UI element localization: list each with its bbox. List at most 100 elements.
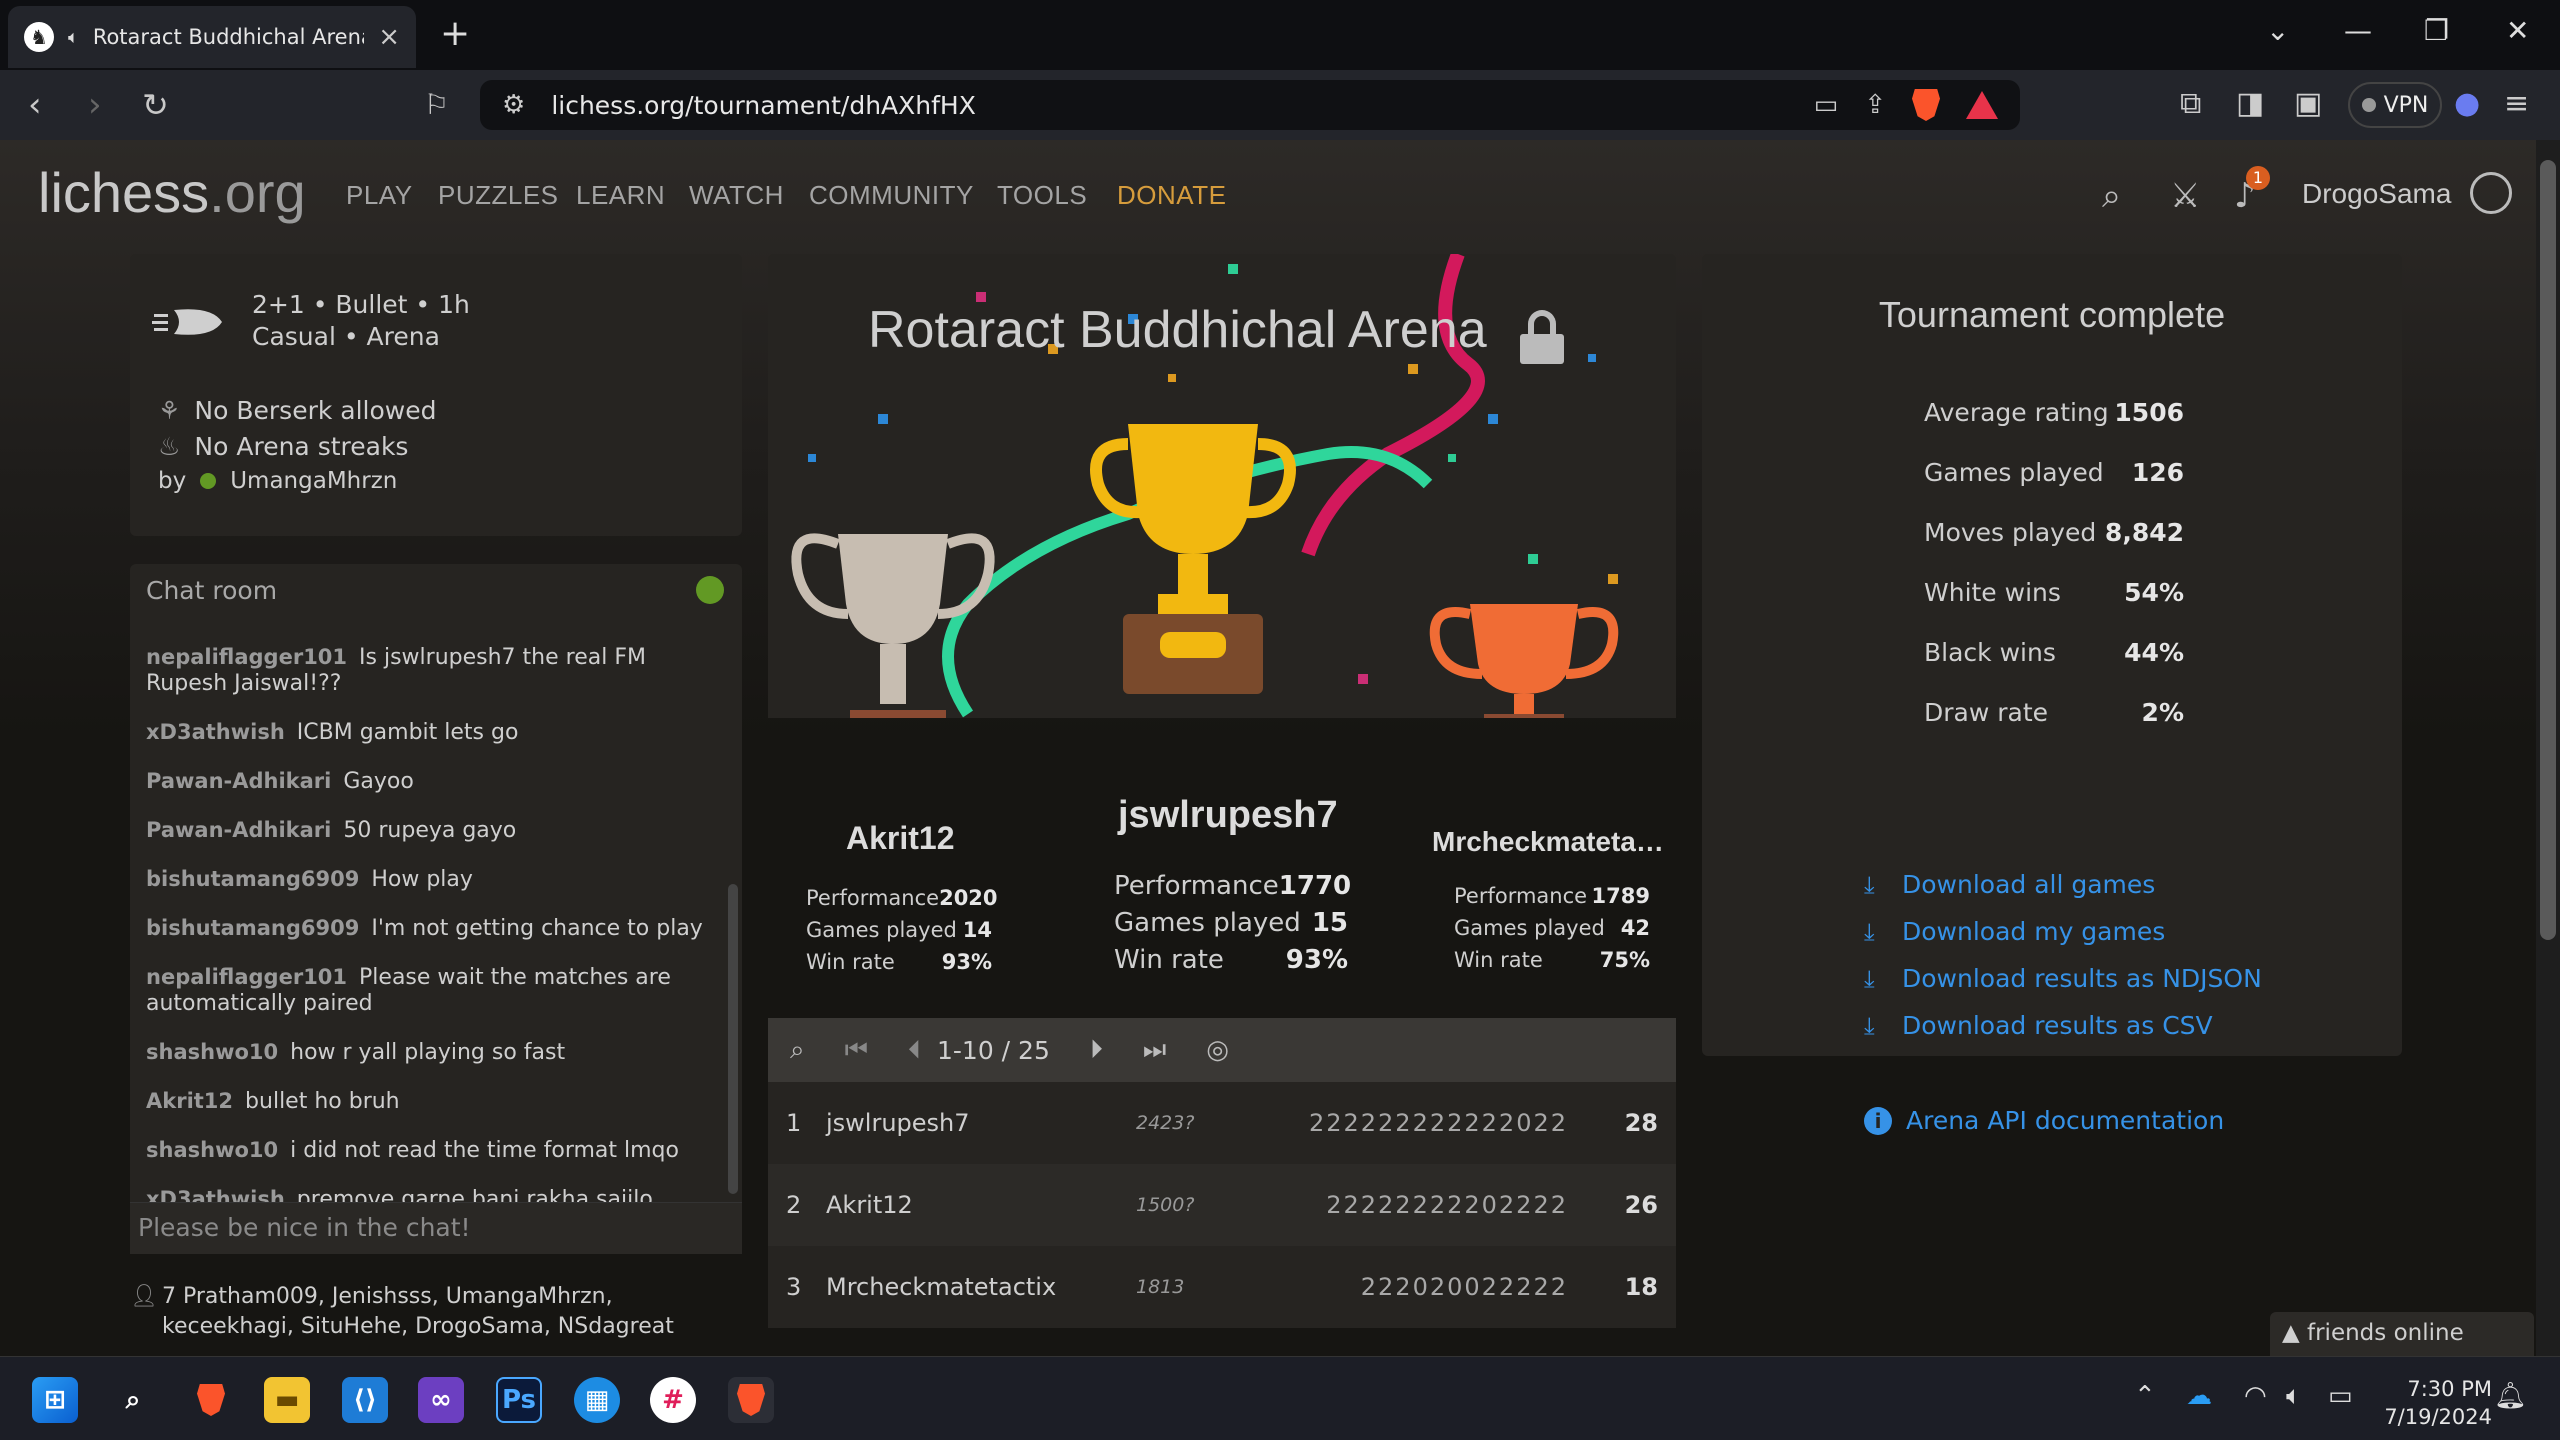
third-place-name[interactable]: Mrcheckmateta… <box>1432 826 1664 858</box>
nav-watch[interactable]: WATCH <box>689 180 784 211</box>
notifications-tray-icon[interactable]: 🔔︎ <box>2494 1381 2527 1411</box>
tab-search-chevron-icon[interactable]: ⌄ <box>2266 14 2289 47</box>
first-page-icon[interactable]: ⏮ <box>845 1035 868 1066</box>
brave-rewards-icon[interactable] <box>1966 91 1998 119</box>
scrollbar-thumb[interactable] <box>2540 160 2556 940</box>
games-label: Games played <box>806 918 957 942</box>
new-tab-button[interactable]: + <box>440 14 470 54</box>
chat-username[interactable]: Pawan-Adhikari <box>146 769 331 793</box>
reload-button[interactable]: ↻ <box>142 86 169 124</box>
download-link[interactable]: ⤓ Download results as NDJSON <box>1864 964 2262 993</box>
download-label[interactable]: Download all games <box>1902 870 2155 899</box>
menu-icon[interactable]: ≡ <box>2504 86 2529 121</box>
standings-row[interactable]: 2 Akrit12 1500? 22222222202222 26 <box>768 1164 1676 1246</box>
site-settings-icon[interactable]: ⚙ <box>502 90 525 120</box>
chat-username[interactable]: xD3athwish <box>146 720 285 744</box>
wifi-icon[interactable]: ◠ <box>2244 1381 2267 1411</box>
battery-icon[interactable]: ▭ <box>2328 1381 2353 1411</box>
tab-title: Rotaract Buddhichal Arena #dhAXhfHX <box>92 25 364 49</box>
chat-input[interactable]: Please be nice in the chat! <box>130 1202 742 1254</box>
chat-username[interactable]: Pawan-Adhikari <box>146 818 331 842</box>
chat-scrollbar[interactable] <box>728 884 738 1194</box>
friends-online-label: friends online <box>2307 1320 2464 1346</box>
brave-active-icon[interactable] <box>728 1377 774 1423</box>
last-page-icon[interactable]: ⏭ <box>1143 1035 1166 1066</box>
file-explorer-icon[interactable]: ▬ <box>264 1377 310 1423</box>
chat-username[interactable]: nepaliflagger101 <box>146 965 347 989</box>
download-link[interactable]: ⤓ Download all games <box>1864 870 2155 899</box>
standings-row[interactable]: 3 Mrcheckmatetactix 1813 222020022222 18 <box>768 1246 1676 1328</box>
nav-puzzles[interactable]: PUZZLES <box>438 180 559 211</box>
username-link[interactable]: DrogoSama <box>2302 178 2451 210</box>
bookmark-icon[interactable]: ⚐ <box>424 86 449 124</box>
nav-community[interactable]: COMMUNITY <box>809 180 974 211</box>
forward-button[interactable]: › <box>88 86 102 124</box>
my-position-icon[interactable]: ◎ <box>1206 1035 1229 1065</box>
chat-username[interactable]: bishutamang6909 <box>146 867 359 891</box>
visual-studio-icon[interactable]: ∞ <box>418 1377 464 1423</box>
profile-icon[interactable]: ● <box>2454 86 2480 121</box>
back-button[interactable]: ‹ <box>28 86 42 124</box>
chat-message: shashwo10 how r yall playing so fast <box>146 1039 706 1066</box>
chat-username[interactable]: Akrit12 <box>146 1089 233 1113</box>
chat-username[interactable]: nepaliflagger101 <box>146 645 347 669</box>
chat-username[interactable]: bishutamang6909 <box>146 916 359 940</box>
second-place-name[interactable]: Akrit12 <box>846 820 955 857</box>
nav-play[interactable]: PLAY <box>346 180 413 211</box>
download-label[interactable]: Download results as CSV <box>1902 1011 2213 1040</box>
api-docs-link[interactable]: i Arena API documentation <box>1864 1106 2224 1135</box>
creator-link[interactable]: UmangaMhrzn <box>230 468 397 494</box>
brave-shields-icon[interactable] <box>1912 89 1940 121</box>
nav-donate[interactable]: DONATE <box>1117 180 1226 211</box>
nav-tools[interactable]: TOOLS <box>997 180 1087 211</box>
wallet-icon[interactable]: ▣ <box>2294 86 2322 121</box>
extensions-icon[interactable]: ⧉ <box>2180 86 2201 121</box>
spectators-icon: 👤︎ <box>130 1284 158 1309</box>
rule-no-streaks: ♨ No Arena streaks <box>158 432 408 461</box>
cast-icon[interactable]: ▭ <box>1814 90 1839 120</box>
user-avatar-icon[interactable] <box>2470 172 2512 214</box>
restore-button[interactable]: ❐ <box>2424 14 2449 47</box>
standings-row[interactable]: 1 jswlrupesh7 2423? 222222222222022 28 <box>768 1082 1676 1164</box>
volume-icon[interactable]: 🔈︎ <box>2286 1381 2302 1412</box>
friends-online-button[interactable]: ▲ friends online <box>2270 1312 2534 1356</box>
site-logo[interactable]: lichess.org <box>38 160 306 225</box>
page-scrollbar[interactable] <box>2536 140 2560 1356</box>
minimize-button[interactable]: — <box>2344 14 2372 47</box>
windows-start-icon[interactable]: ⊞ <box>32 1377 78 1423</box>
chat-message: nepaliflagger101 Is jswlrupesh7 the real … <box>146 644 706 697</box>
search-taskbar-icon[interactable]: ⌕ <box>110 1377 156 1423</box>
search-player-icon[interactable]: ⌕ <box>790 1035 805 1066</box>
chat-username[interactable]: shashwo10 <box>146 1040 278 1064</box>
sidebar-icon[interactable]: ◨ <box>2236 86 2264 121</box>
chat-username[interactable]: shashwo10 <box>146 1138 278 1162</box>
download-link[interactable]: ⤓ Download my games <box>1864 917 2165 946</box>
system-clock[interactable]: 7:30 PM 7/19/2024 <box>2384 1375 2492 1431</box>
vscode-icon[interactable]: ⟨⟩ <box>342 1377 388 1423</box>
download-link[interactable]: ⤓ Download results as CSV <box>1864 1011 2213 1040</box>
next-page-icon[interactable]: ⏵ <box>1090 1035 1103 1066</box>
search-icon[interactable]: ⌕ <box>2102 176 2121 216</box>
url-text[interactable]: lichess.org/tournament/dhAXhfHX <box>551 91 1787 120</box>
browser-tab-active[interactable]: ♞ 🔈︎ Rotaract Buddhichal Arena #dhAXhfHX… <box>8 6 416 68</box>
vpn-button[interactable]: VPN <box>2348 82 2442 128</box>
slack-icon[interactable]: # <box>650 1377 696 1423</box>
first-place-name[interactable]: jswlrupesh7 <box>1118 794 1338 837</box>
speaker-icon[interactable]: 🔈︎ <box>68 27 79 48</box>
prev-page-icon[interactable]: ⏴ <box>908 1035 921 1066</box>
photoshop-icon[interactable]: Ps <box>496 1377 542 1423</box>
nav-learn[interactable]: LEARN <box>576 180 665 211</box>
brave-taskbar-icon[interactable] <box>188 1377 234 1423</box>
chat-toggle[interactable] <box>696 576 724 604</box>
docker-icon[interactable]: ▦ <box>574 1377 620 1423</box>
address-bar[interactable]: ⚙ lichess.org/tournament/dhAXhfHX ▭ ⇪ <box>480 80 2020 130</box>
download-label[interactable]: Download my games <box>1902 917 2165 946</box>
download-label[interactable]: Download results as NDJSON <box>1902 964 2262 993</box>
api-docs-label[interactable]: Arena API documentation <box>1906 1106 2224 1135</box>
close-window-button[interactable]: ✕ <box>2506 14 2529 47</box>
tab-close-icon[interactable]: × <box>378 22 400 52</box>
share-icon[interactable]: ⇪ <box>1864 90 1886 120</box>
challenges-swords-icon[interactable]: ⚔ <box>2170 176 2200 216</box>
tray-overflow-icon[interactable]: ⌃ <box>2134 1381 2156 1411</box>
onedrive-icon[interactable]: ☁ <box>2186 1381 2212 1411</box>
